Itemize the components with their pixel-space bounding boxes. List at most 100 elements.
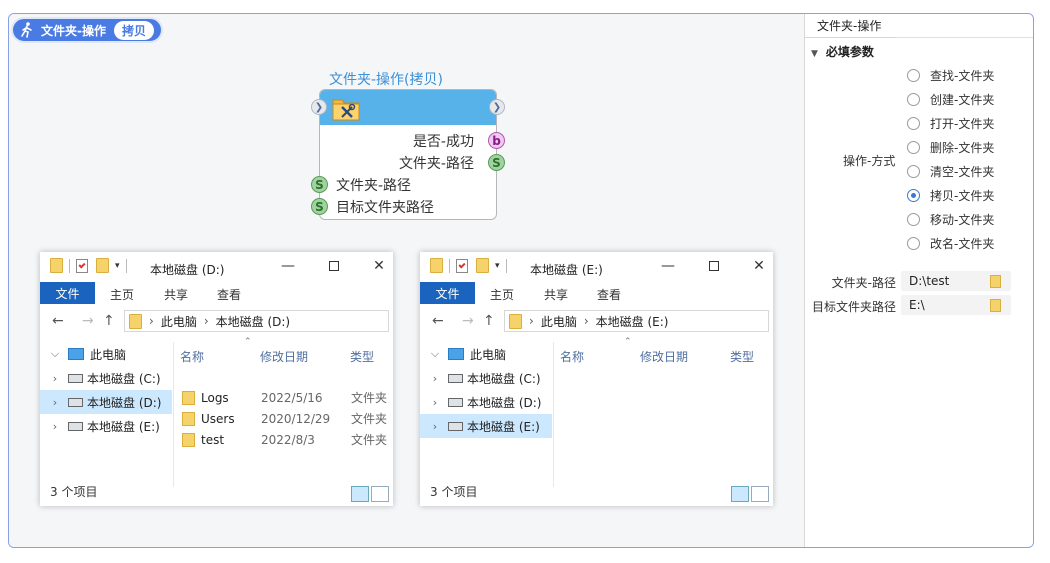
file-row[interactable]: test 2022/8/3 文件夹 [182,429,392,450]
breadcrumb-this-pc[interactable]: 此电脑 [541,313,577,330]
new-folder-icon[interactable] [476,258,489,273]
minimize-button[interactable]: — [278,256,298,276]
tree-item-drive-d[interactable]: › 本地磁盘 (D:) [420,390,552,414]
browse-folder-icon[interactable] [990,299,1001,312]
folder-path-field[interactable]: D:\test [901,271,1011,291]
radio-circle[interactable] [907,236,920,250]
ribbon-tab-share[interactable]: 共享 [164,286,188,303]
tab-folder-operation[interactable]: 文件夹-操作 [805,14,897,38]
details-view-icon[interactable] [731,486,749,502]
customize-dropdown-icon[interactable]: ▾ [495,261,500,271]
properties-icon[interactable] [76,258,88,273]
column-header-type[interactable]: 类型 [730,348,754,365]
chevron-right-icon[interactable]: › [428,396,442,409]
explorer-window-e[interactable]: ▾ 本地磁盘 (E:) — ✕ 文件 主页 共享 查看 ← → ↑ › 此电脑 … [420,252,773,506]
input-target-path-port[interactable]: S [311,198,328,215]
input-folder-path-port[interactable]: S [311,176,328,193]
ribbon-tab-file[interactable]: 文件 [420,282,475,304]
radio-open-folder[interactable]: 打开-文件夹 [907,114,994,132]
back-arrow-icon[interactable]: ← [432,313,444,329]
address-bar[interactable]: › 此电脑 › 本地磁盘 (D:) [124,310,389,332]
chevron-right-icon[interactable]: › [48,396,62,409]
radio-circle-selected[interactable] [907,188,920,202]
tree-item-drive-d[interactable]: › 本地磁盘 (D:) [40,390,172,414]
ribbon-tab-home[interactable]: 主页 [490,286,514,303]
up-arrow-icon[interactable]: ↑ [103,313,115,329]
forward-arrow-icon[interactable]: → [82,313,94,329]
breadcrumb-drive[interactable]: 本地磁盘 (D:) [216,313,290,330]
step-badge[interactable]: 文件夹-操作 拷贝 [11,17,163,43]
ribbon-tab-view[interactable]: 查看 [597,286,621,303]
output-success-port[interactable]: b [488,132,505,149]
chevron-down-icon[interactable]: ⌵ [48,347,62,361]
explorer-window-d[interactable]: ▾ 本地磁盘 (D:) — ✕ 文件 主页 共享 查看 ← → ↑ › 此电脑 … [40,252,393,506]
file-row[interactable]: Logs 2022/5/16 文件夹 [182,387,392,408]
minimize-button[interactable]: — [658,256,678,276]
close-button[interactable]: ✕ [749,256,769,276]
customize-dropdown-icon[interactable]: ▾ [115,261,120,271]
chevron-right-icon[interactable]: › [428,372,442,385]
ribbon-tab-file[interactable]: 文件 [40,282,95,304]
collapse-triangle-icon[interactable]: ▼ [811,49,818,59]
output-folder-path-port[interactable]: S [488,154,505,171]
radio-circle[interactable] [907,140,920,154]
flow-canvas[interactable]: 文件夹-操作 拷贝 文件夹-操作(拷贝) ❯ ❯ 是否-成功 b 文件夹-路径 … [9,14,804,547]
close-button[interactable]: ✕ [369,256,389,276]
radio-circle[interactable] [907,92,920,106]
column-header-date[interactable]: 修改日期 [260,348,308,365]
up-arrow-icon[interactable]: ↑ [483,313,495,329]
titlebar[interactable]: ▾ 本地磁盘 (D:) — ✕ [40,252,393,282]
flow-out-port[interactable]: ❯ [489,99,505,115]
forward-arrow-icon[interactable]: → [462,313,474,329]
titlebar[interactable]: ▾ 本地磁盘 (E:) — ✕ [420,252,773,282]
radio-delete-folder[interactable]: 删除-文件夹 [907,138,994,156]
tree-item-this-pc[interactable]: ⌵ 此电脑 [420,342,552,366]
radio-copy-folder[interactable]: 拷贝-文件夹 [907,186,994,204]
flow-in-port[interactable]: ❯ [311,99,327,115]
radio-find-folder[interactable]: 查找-文件夹 [907,66,994,84]
pane-divider[interactable] [173,342,174,487]
column-header-date[interactable]: 修改日期 [640,348,688,365]
chevron-right-icon[interactable]: › [48,420,62,433]
radio-move-folder[interactable]: 移动-文件夹 [907,210,994,228]
column-header-name[interactable]: 名称 [180,348,204,365]
ribbon-tab-share[interactable]: 共享 [544,286,568,303]
file-row[interactable]: Users 2020/12/29 文件夹 [182,408,392,429]
tree-item-drive-e[interactable]: › 本地磁盘 (E:) [420,414,552,438]
radio-create-folder[interactable]: 创建-文件夹 [907,90,994,108]
address-bar[interactable]: › 此电脑 › 本地磁盘 (E:) [504,310,769,332]
tree-item-this-pc[interactable]: ⌵ 此电脑 [40,342,172,366]
chevron-right-icon[interactable]: › [48,372,62,385]
ribbon-tab-home[interactable]: 主页 [110,286,134,303]
details-view-icon[interactable] [351,486,369,502]
radio-label: 创建-文件夹 [930,92,995,107]
maximize-button[interactable] [324,256,344,276]
tree-item-drive-e[interactable]: › 本地磁盘 (E:) [40,414,172,438]
properties-icon[interactable] [456,258,468,273]
column-header-name[interactable]: 名称 [560,348,584,365]
back-arrow-icon[interactable]: ← [52,313,64,329]
maximize-button[interactable] [704,256,724,276]
target-path-field[interactable]: E:\ [901,295,1011,315]
new-folder-icon[interactable] [96,258,109,273]
chevron-right-icon[interactable]: › [428,420,442,433]
radio-rename-folder[interactable]: 改名-文件夹 [907,234,994,252]
radio-circle[interactable] [907,212,920,226]
large-icons-view-icon[interactable] [751,486,769,502]
radio-clear-folder[interactable]: 清空-文件夹 [907,162,994,180]
radio-circle[interactable] [907,116,920,130]
section-required-params[interactable]: ▼ 必填参数 [811,43,874,60]
breadcrumb-drive[interactable]: 本地磁盘 (E:) [596,313,669,330]
radio-circle[interactable] [907,68,920,82]
tree-item-drive-c[interactable]: › 本地磁盘 (C:) [40,366,172,390]
radio-circle[interactable] [907,164,920,178]
chevron-down-icon[interactable]: ⌵ [428,347,442,361]
pane-divider[interactable] [553,342,554,487]
folder-operation-node[interactable]: ❯ ❯ 是否-成功 b 文件夹-路径 S S 文件夹-路径 S 目标文件夹路径 [311,89,505,220]
column-header-type[interactable]: 类型 [350,348,374,365]
ribbon-tab-view[interactable]: 查看 [217,286,241,303]
breadcrumb-this-pc[interactable]: 此电脑 [161,313,197,330]
tree-item-drive-c[interactable]: › 本地磁盘 (C:) [420,366,552,390]
browse-folder-icon[interactable] [990,275,1001,288]
large-icons-view-icon[interactable] [371,486,389,502]
